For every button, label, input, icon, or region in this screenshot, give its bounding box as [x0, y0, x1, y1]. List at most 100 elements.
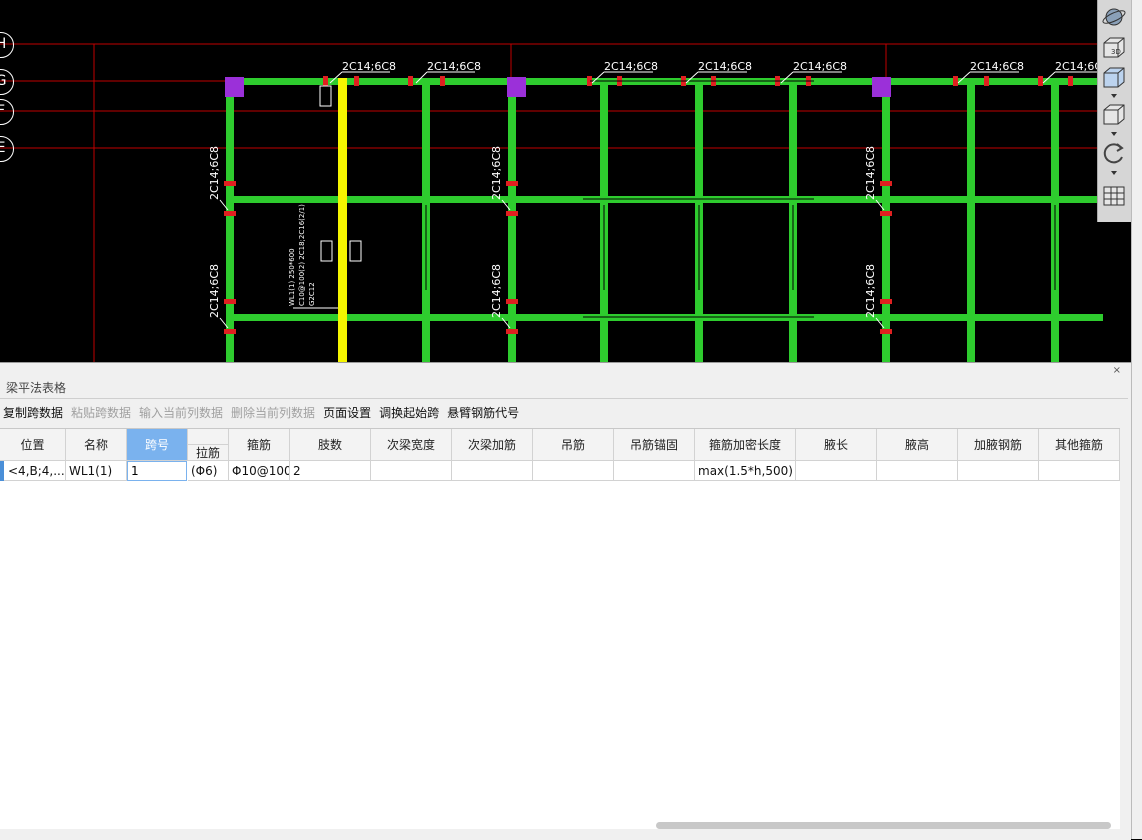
column-header-name[interactable]: 名称: [66, 429, 127, 461]
column-header-haunch-length[interactable]: 腋长: [796, 429, 877, 461]
cell-name[interactable]: WL1(1): [66, 461, 127, 481]
rebar-marker: [506, 181, 518, 186]
annotation-line: G2C12: [308, 282, 316, 306]
column-header-legs[interactable]: 肢数: [290, 429, 371, 461]
right-edge-panel: [1131, 0, 1142, 839]
rebar-marker: [880, 299, 892, 304]
beam-label-vertical: 2C14;6C8: [864, 146, 877, 200]
rotate-icon[interactable]: [1101, 140, 1127, 166]
cell-secondary-width[interactable]: [371, 461, 452, 481]
column-1[interactable]: [225, 77, 244, 97]
view-toolbar: 3D: [1097, 0, 1131, 222]
column-header-location[interactable]: 位置: [0, 429, 66, 461]
grid-table-icon[interactable]: [1101, 183, 1127, 209]
rebar-marker: [408, 76, 413, 86]
rebar-marker: [880, 181, 892, 186]
selected-beam[interactable]: [338, 78, 347, 362]
beam-label-vertical: 2C14;6C8: [864, 264, 877, 318]
column-header-stirrup[interactable]: 箍筋: [229, 429, 290, 461]
cell-haunch-length[interactable]: [796, 461, 877, 481]
column-header-haunch-bar[interactable]: 加腋钢筋: [958, 429, 1039, 461]
chevron-down-icon[interactable]: [1111, 132, 1117, 136]
cell-haunch-bar[interactable]: [958, 461, 1039, 481]
row-selected-marker: [0, 461, 4, 481]
chevron-down-icon[interactable]: [1111, 171, 1117, 175]
cell-legs[interactable]: 2: [290, 461, 371, 481]
paste-span-data-button[interactable]: 粘贴跨数据: [71, 405, 131, 423]
column-header-tie[interactable]: 拉筋: [188, 429, 229, 461]
cantilever-rebar-code-button[interactable]: 悬臂钢筋代号: [447, 405, 519, 423]
cell-location[interactable]: <4,B;4,...: [0, 461, 66, 481]
rebar-marker: [224, 181, 236, 186]
swap-start-span-button[interactable]: 调换起始跨: [379, 405, 439, 423]
svg-text:3D: 3D: [1111, 48, 1121, 56]
rebar-marker: [224, 329, 236, 334]
input-column-data-button[interactable]: 输入当前列数据: [139, 405, 223, 423]
column-3[interactable]: [872, 77, 891, 97]
panel-toolbar: 复制跨数据 粘贴跨数据 输入当前列数据 删除当前列数据 页面设置 调换起始跨 悬…: [0, 405, 519, 423]
beam-label: 2C14;6C8: [793, 60, 847, 73]
rebar-marker: [506, 299, 518, 304]
column-header-other-stirrup[interactable]: 其他箍筋: [1039, 429, 1120, 461]
delete-column-data-button[interactable]: 删除当前列数据: [231, 405, 315, 423]
column-header-hanger[interactable]: 吊筋: [533, 429, 614, 461]
horizontal-scrollbar[interactable]: [656, 822, 1111, 829]
annotation-line: WL1(1) 250*600: [288, 248, 296, 306]
beam-label-vertical: 2C14;6C8: [490, 264, 503, 318]
rebar-marker: [506, 211, 518, 216]
beam-label-vertical: 2C14;6C8: [208, 146, 221, 200]
text-placeholder-box: [349, 240, 362, 262]
column-header-tie-spacer: [188, 429, 228, 445]
cell-secondary-add[interactable]: [452, 461, 533, 481]
beam-v-7[interactable]: [882, 78, 890, 362]
chevron-down-icon[interactable]: [1111, 94, 1117, 98]
beam-table: 位置 名称 跨号 拉筋 箍筋 肢数 次梁宽度 次梁加筋 吊筋 吊筋锚固 箍筋加密…: [0, 428, 1120, 829]
rebar-marker: [224, 299, 236, 304]
box-view-icon[interactable]: [1101, 64, 1127, 90]
rebar-marker: [953, 76, 958, 86]
top-beam-labels: 2C14;6C8 2C14;6C8 2C14;6C8 2C14;6C8 2C14…: [342, 60, 1102, 73]
column-header-secondary-add[interactable]: 次梁加筋: [452, 429, 533, 461]
rebar-marker: [506, 329, 518, 334]
column-header-hanger-anchor[interactable]: 吊筋锚固: [614, 429, 695, 461]
rebar-marker: [880, 329, 892, 334]
beam-label: 2C14;6C: [1055, 60, 1102, 73]
cell-hanger-anchor[interactable]: [614, 461, 695, 481]
beam-label: 2C14;6C8: [970, 60, 1024, 73]
cell-span-editor[interactable]: 1: [127, 461, 187, 481]
page-setup-button[interactable]: 页面设置: [323, 405, 371, 423]
rebar-marker: [440, 76, 445, 86]
beam-v-3[interactable]: [508, 78, 516, 362]
text-placeholder-box: [319, 85, 332, 107]
beam-v-8[interactable]: [967, 78, 975, 362]
column-header-haunch-height[interactable]: 腋高: [877, 429, 958, 461]
rebar-marker: [1038, 76, 1043, 86]
annotation-line: C10@100(2) 2C18;2C16(2/1): [298, 204, 306, 306]
beam-label-vertical: 2C14;6C8: [208, 264, 221, 318]
rebar-marker: [1068, 76, 1073, 86]
cell-haunch-height[interactable]: [877, 461, 958, 481]
3d-view-icon[interactable]: 3D: [1101, 34, 1127, 60]
column-header-secondary-width[interactable]: 次梁宽度: [371, 429, 452, 461]
cell-hanger[interactable]: [533, 461, 614, 481]
close-icon[interactable]: ×: [1113, 365, 1121, 376]
cell-stirrup[interactable]: Φ10@100: [229, 461, 290, 481]
cell-other-stirrup[interactable]: [1039, 461, 1120, 481]
column-header-tie-label: 拉筋: [195, 446, 220, 460]
column-header-span[interactable]: 跨号: [127, 429, 188, 461]
selected-beam-annotation: WL1(1) 250*600 C10@100(2) 2C18;2C16(2/1)…: [288, 204, 316, 306]
cad-drawing[interactable]: 2C14;6C8 2C14;6C8 2C14;6C8 2C14;6C8 2C14…: [0, 0, 1142, 362]
beam-v-1[interactable]: [226, 78, 234, 362]
column-header-dense-length[interactable]: 箍筋加密长度: [695, 429, 796, 461]
rebar-marker: [224, 211, 236, 216]
column-2[interactable]: [507, 77, 526, 97]
box-small-icon[interactable]: [1101, 101, 1127, 127]
orbit-icon[interactable]: [1101, 4, 1127, 30]
cell-tie[interactable]: (Φ6): [188, 461, 229, 481]
beam-label-vertical: 2C14;6C8: [490, 146, 503, 200]
cad-viewport[interactable]: 2C14;6C8 2C14;6C8 2C14;6C8 2C14;6C8 2C14…: [0, 0, 1142, 362]
rebar-marker: [323, 76, 328, 86]
copy-span-data-button[interactable]: 复制跨数据: [3, 405, 63, 423]
cell-dense-length[interactable]: max(1.5*h,500): [695, 461, 796, 481]
rebar-marker: [880, 211, 892, 216]
